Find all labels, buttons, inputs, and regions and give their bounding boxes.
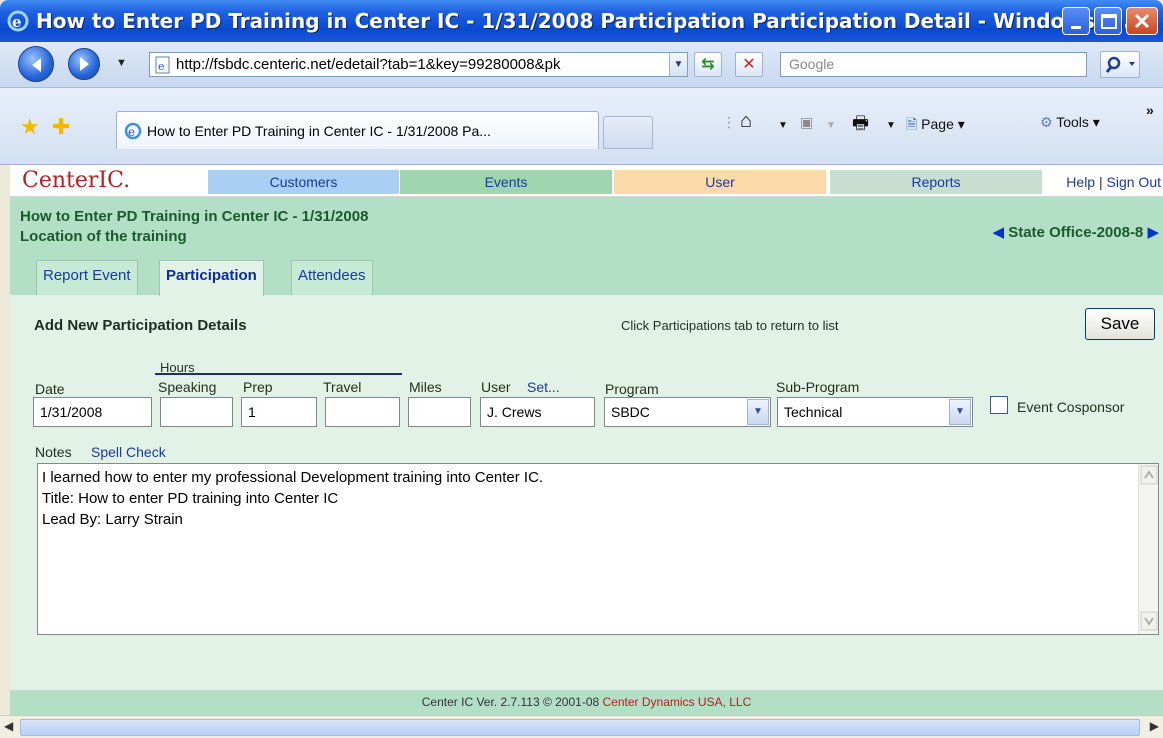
ie-logo-icon: e bbox=[6, 9, 30, 38]
svg-text:e: e bbox=[12, 13, 22, 31]
close-window-button[interactable] bbox=[1126, 7, 1158, 35]
tab-participation[interactable]: Participation bbox=[159, 260, 264, 296]
stop-button[interactable]: ✕ bbox=[735, 52, 763, 77]
minimize-button[interactable] bbox=[1062, 7, 1090, 35]
toolbar-overflow-chevron[interactable]: » bbox=[1146, 102, 1154, 118]
program-label: Program bbox=[605, 381, 659, 397]
page-icon-small: 🗎 bbox=[906, 116, 918, 132]
favorites-star-icon[interactable]: ★ bbox=[20, 114, 40, 140]
new-tab-button[interactable] bbox=[603, 116, 653, 149]
feeds-icon[interactable]: ▣ bbox=[800, 114, 813, 131]
refresh-button[interactable]: ⇆ bbox=[694, 52, 722, 77]
spell-check-link[interactable]: Spell Check bbox=[91, 444, 166, 460]
notes-scrollbar[interactable] bbox=[1138, 464, 1158, 634]
subprogram-select[interactable]: Technical ▼ bbox=[777, 397, 973, 427]
svg-text:e: e bbox=[128, 125, 135, 139]
form-heading: Add New Participation Details bbox=[34, 317, 247, 334]
next-event-arrow-icon[interactable]: ▶ bbox=[1147, 224, 1159, 241]
scroll-left-icon[interactable]: ◀ bbox=[4, 719, 13, 733]
centeric-logo[interactable]: CenterIC. bbox=[22, 168, 130, 193]
feeds-dropdown-icon[interactable]: ▼ bbox=[826, 120, 836, 131]
top-links: Help | Sign Out bbox=[1066, 174, 1161, 190]
print-icon[interactable]: 🖶 bbox=[852, 111, 869, 141]
window-title-bar: e How to Enter PD Training in Center IC … bbox=[0, 0, 1163, 42]
chevron-down-icon[interactable]: ▼ bbox=[747, 399, 769, 425]
miles-label: Miles bbox=[409, 379, 442, 395]
subprogram-label: Sub-Program bbox=[776, 379, 860, 395]
prep-label: Prep bbox=[243, 379, 273, 395]
scrollbar-thumb[interactable] bbox=[20, 719, 1140, 736]
scroll-right-icon[interactable]: ▶ bbox=[1150, 719, 1159, 733]
version-text: Center IC Ver. 2.7.113 © 2001-08 bbox=[421, 695, 600, 709]
nav-tab-events[interactable]: Events bbox=[400, 170, 612, 194]
address-toolbar: ▼ e http://fsbdc.centeric.net/edetail?ta… bbox=[0, 42, 1163, 88]
miles-input[interactable] bbox=[408, 397, 471, 427]
page-icon: e bbox=[154, 56, 172, 78]
page-footer: Center IC Ver. 2.7.113 © 2001-08 Center … bbox=[10, 690, 1163, 715]
prep-hours-input[interactable]: 1 bbox=[241, 397, 317, 427]
tab-toolbar: ★ ✚ e How to Enter PD Training in Center… bbox=[0, 88, 1163, 165]
save-button[interactable]: Save bbox=[1085, 308, 1155, 340]
company-link[interactable]: Center Dynamics USA, LLC bbox=[603, 695, 752, 709]
address-dropdown-icon[interactable]: ▼ bbox=[669, 53, 687, 76]
user-input[interactable]: J. Crews bbox=[480, 397, 595, 427]
user-label: User bbox=[481, 379, 511, 395]
notes-line: I learned how to enter my professional D… bbox=[42, 469, 544, 486]
hours-underline bbox=[155, 373, 402, 375]
notes-line: Title: How to enter PD training into Cen… bbox=[42, 490, 339, 507]
event-cosponsor-label: Event Cosponsor bbox=[1017, 399, 1125, 415]
gear-icon: ⚙ bbox=[1040, 114, 1053, 130]
back-button[interactable] bbox=[18, 46, 54, 82]
prev-event-arrow-icon[interactable]: ◀ bbox=[993, 224, 1005, 241]
event-title: How to Enter PD Training in Center IC - … bbox=[20, 208, 369, 225]
date-label: Date bbox=[35, 381, 65, 397]
app-nav-bar: CenterIC. Customers Events User Reports … bbox=[10, 165, 1163, 197]
program-select[interactable]: SBDC ▼ bbox=[604, 397, 771, 427]
sign-out-link[interactable]: Sign Out bbox=[1107, 174, 1161, 190]
forward-button[interactable] bbox=[68, 48, 100, 80]
set-user-link[interactable]: Set... bbox=[527, 379, 560, 395]
web-page: CenterIC. Customers Events User Reports … bbox=[10, 165, 1163, 715]
browser-tab[interactable]: e How to Enter PD Training in Center IC … bbox=[116, 111, 599, 149]
travel-hours-input[interactable] bbox=[325, 397, 400, 427]
event-pager: ◀ State Office-2008-8 ▶ bbox=[993, 223, 1160, 241]
window-title: How to Enter PD Training in Center IC - … bbox=[36, 9, 1147, 33]
history-dropdown-icon[interactable]: ▼ bbox=[116, 57, 127, 69]
tools-menu[interactable]: ⚙ Tools ▾ bbox=[1040, 114, 1100, 131]
speaking-hours-input[interactable] bbox=[160, 397, 233, 427]
tab-ie-icon: e bbox=[123, 121, 143, 144]
speaking-label: Speaking bbox=[158, 379, 217, 395]
travel-label: Travel bbox=[323, 379, 362, 395]
tab-report-event[interactable]: Report Event bbox=[36, 260, 138, 295]
home-dropdown-icon[interactable]: ▼ bbox=[778, 120, 788, 131]
add-favorite-icon[interactable]: ✚ bbox=[52, 114, 70, 140]
form-hint: Click Participations tab to return to li… bbox=[621, 318, 839, 333]
print-dropdown-icon[interactable]: ▼ bbox=[886, 120, 896, 131]
event-title-block: How to Enter PD Training in Center IC - … bbox=[20, 207, 368, 247]
address-input[interactable]: e http://fsbdc.centeric.net/edetail?tab=… bbox=[149, 52, 688, 77]
notes-textarea[interactable]: I learned how to enter my professional D… bbox=[37, 463, 1159, 635]
search-icon bbox=[1101, 56, 1139, 81]
horizontal-scrollbar[interactable]: ◀ ▶ bbox=[0, 715, 1163, 738]
notes-label: Notes bbox=[35, 444, 72, 460]
event-cosponsor-checkbox[interactable] bbox=[990, 396, 1008, 414]
page-menu[interactable]: 🗎 Page ▾ bbox=[906, 114, 965, 138]
date-input[interactable]: 1/31/2008 bbox=[33, 397, 152, 427]
nav-tab-reports[interactable]: Reports bbox=[830, 170, 1042, 194]
home-icon[interactable]: ⌂ bbox=[740, 110, 752, 133]
maximize-button[interactable] bbox=[1094, 7, 1122, 35]
search-input[interactable]: Google bbox=[780, 52, 1087, 77]
nav-tab-user[interactable]: User bbox=[614, 170, 826, 194]
event-location: Location of the training bbox=[20, 228, 187, 245]
help-link[interactable]: Help bbox=[1066, 174, 1095, 190]
svg-text:e: e bbox=[158, 60, 165, 73]
notes-line: Lead By: Larry Strain bbox=[42, 511, 183, 528]
search-button[interactable] bbox=[1100, 51, 1140, 78]
event-code: State Office-2008-8 bbox=[1008, 224, 1144, 241]
nav-tab-customers[interactable]: Customers bbox=[208, 170, 399, 194]
tab-attendees[interactable]: Attendees bbox=[291, 260, 373, 295]
chevron-down-icon[interactable]: ▼ bbox=[949, 399, 971, 425]
